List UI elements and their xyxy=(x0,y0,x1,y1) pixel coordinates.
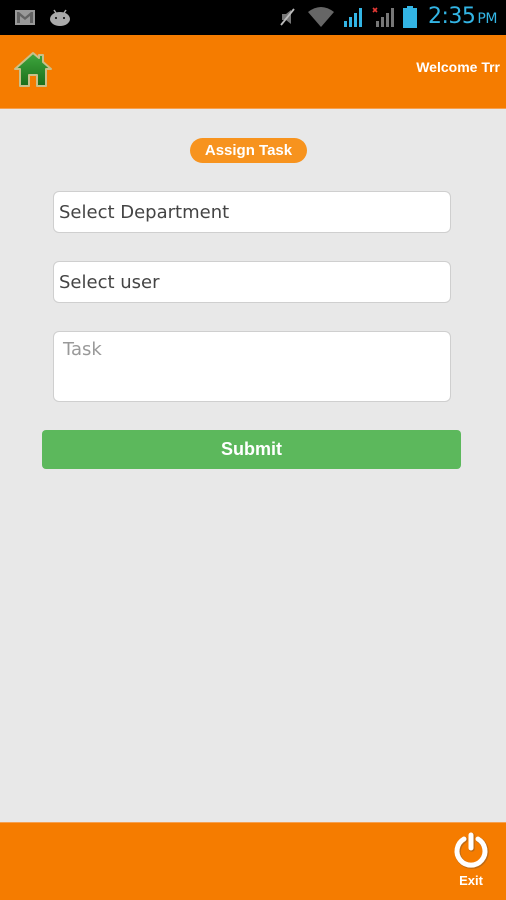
clock-ampm: PM xyxy=(477,11,497,27)
user-select[interactable]: Select user xyxy=(53,261,451,303)
clock: 2:35 PM xyxy=(428,4,497,29)
clock-time: 2:35 xyxy=(428,4,476,29)
signal-icon xyxy=(344,8,362,27)
app-header: Welcome Trr xyxy=(0,35,506,109)
status-bar: 2:35 PM xyxy=(0,0,506,35)
signal-no-data-icon xyxy=(372,7,394,27)
exit-label: Exit xyxy=(459,873,483,888)
mute-icon xyxy=(280,8,295,26)
app-footer: Exit xyxy=(0,822,506,900)
home-button[interactable] xyxy=(12,49,54,91)
gmail-icon xyxy=(15,10,35,25)
department-select[interactable]: Select Department xyxy=(53,191,451,233)
page-title: Assign Task xyxy=(190,138,307,163)
battery-icon xyxy=(403,6,417,28)
exit-button[interactable]: Exit xyxy=(448,831,494,893)
welcome-text: Welcome Trr xyxy=(416,59,500,75)
wifi-icon xyxy=(308,7,334,27)
power-icon xyxy=(454,832,489,869)
assign-task-form: Assign Task Select Department Select use… xyxy=(0,109,506,822)
android-icon xyxy=(50,9,70,26)
home-icon xyxy=(14,52,52,87)
submit-button[interactable]: Submit xyxy=(42,430,461,469)
task-input[interactable] xyxy=(53,331,451,402)
